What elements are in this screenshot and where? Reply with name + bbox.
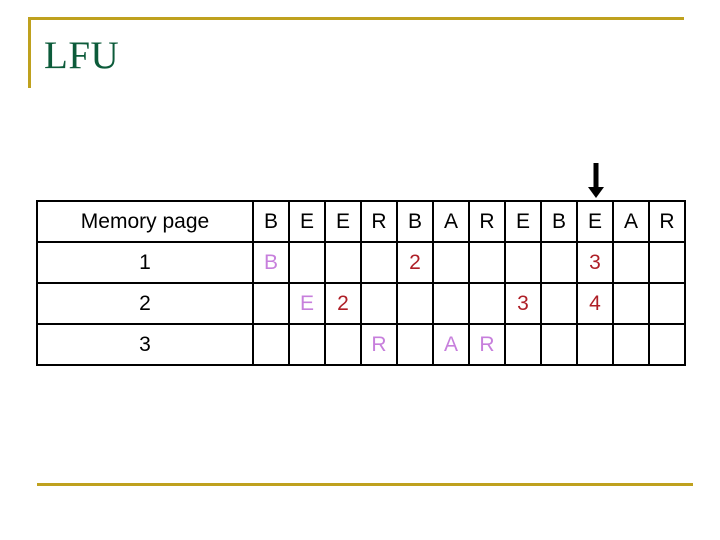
frame-cell xyxy=(324,241,362,284)
frame-cell xyxy=(324,323,362,366)
frame-cell: B xyxy=(252,241,290,284)
frame-cell xyxy=(432,282,470,325)
table-body: Memory page B E E R B A R E B E A R 1 B xyxy=(36,200,686,366)
row-label: 3 xyxy=(36,323,254,366)
reference-cell: E xyxy=(576,200,614,243)
row-label: 2 xyxy=(36,282,254,325)
reference-cell: R xyxy=(468,200,506,243)
frame-cell xyxy=(576,323,614,366)
frame-cell: 4 xyxy=(576,282,614,325)
table-header-row: Memory page B E E R B A R E B E A R xyxy=(36,200,686,243)
frame-cell: E xyxy=(288,282,326,325)
frame-cell: 3 xyxy=(504,282,542,325)
reference-cell: R xyxy=(648,200,686,243)
frame-cell xyxy=(288,323,326,366)
top-accent-rule-vertical xyxy=(28,17,31,88)
frame-cell xyxy=(612,323,650,366)
reference-cell: B xyxy=(252,200,290,243)
frame-cell xyxy=(504,323,542,366)
table-row: 2 E 2 3 4 xyxy=(36,282,686,325)
lfu-reference-table: Memory page B E E R B A R E B E A R 1 B xyxy=(36,200,686,366)
frame-cell xyxy=(252,323,290,366)
slide-canvas: LFU Memory page B E E R B A R E B E A R xyxy=(0,0,720,540)
frame-cell xyxy=(432,241,470,284)
frame-cell: 2 xyxy=(324,282,362,325)
reference-cell: E xyxy=(288,200,326,243)
frame-cell xyxy=(288,241,326,284)
frame-cell xyxy=(612,241,650,284)
reference-cell: A xyxy=(432,200,470,243)
reference-cell: E xyxy=(324,200,362,243)
table-row: 1 B 2 3 xyxy=(36,241,686,284)
frame-cell xyxy=(468,241,506,284)
reference-cell: E xyxy=(504,200,542,243)
frame-cell xyxy=(504,241,542,284)
reference-cell: B xyxy=(396,200,434,243)
frame-cell xyxy=(612,282,650,325)
frame-cell xyxy=(648,282,686,325)
reference-cell: R xyxy=(360,200,398,243)
frame-cell xyxy=(360,282,398,325)
row-label: 1 xyxy=(36,241,254,284)
frame-cell xyxy=(648,241,686,284)
bottom-accent-rule xyxy=(37,483,693,486)
frame-cell: A xyxy=(432,323,470,366)
frame-cell: R xyxy=(360,323,398,366)
arrow-down-icon xyxy=(586,163,606,199)
top-accent-rule-horizontal xyxy=(28,17,684,20)
page-title: LFU xyxy=(44,34,120,77)
row-label-header: Memory page xyxy=(36,200,254,243)
frame-cell xyxy=(540,323,578,366)
frame-cell xyxy=(540,282,578,325)
reference-cell: B xyxy=(540,200,578,243)
frame-cell xyxy=(540,241,578,284)
frame-cell xyxy=(396,323,434,366)
frame-cell: R xyxy=(468,323,506,366)
reference-cell: A xyxy=(612,200,650,243)
frame-cell: 3 xyxy=(576,241,614,284)
frame-cell: 2 xyxy=(396,241,434,284)
table-row: 3 R A R xyxy=(36,323,686,366)
frame-cell xyxy=(468,282,506,325)
frame-cell xyxy=(396,282,434,325)
frame-cell xyxy=(252,282,290,325)
frame-cell xyxy=(360,241,398,284)
frame-cell xyxy=(648,323,686,366)
